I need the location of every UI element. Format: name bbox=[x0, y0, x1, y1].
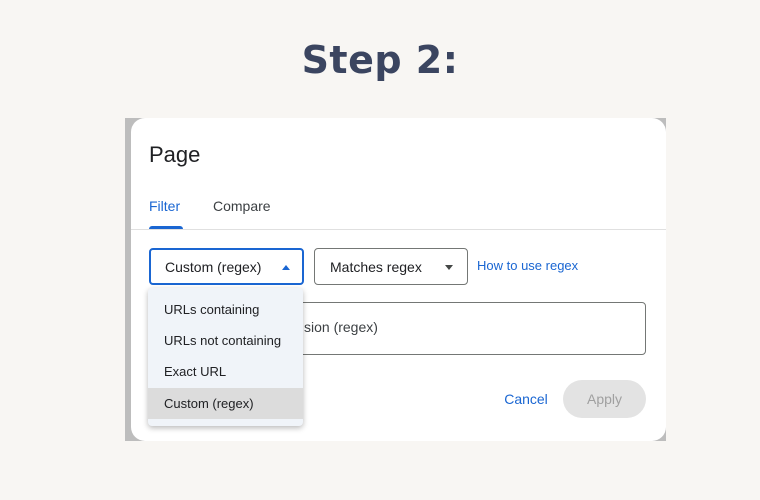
caret-up-icon bbox=[282, 265, 290, 270]
dropdown-option-label: Custom (regex) bbox=[164, 396, 254, 411]
operator-value: Matches regex bbox=[330, 259, 422, 275]
tab-compare[interactable]: Compare bbox=[213, 198, 271, 214]
caret-down-icon bbox=[445, 265, 453, 270]
dropdown-option-label: URLs containing bbox=[164, 302, 260, 317]
dropdown-option-urls-not-containing[interactable]: URLs not containing bbox=[148, 325, 303, 356]
step-heading: Step 2: bbox=[301, 38, 459, 82]
operator-select[interactable]: Matches regex bbox=[314, 248, 468, 285]
dropdown-option-urls-containing[interactable]: URLs containing bbox=[148, 294, 303, 325]
tab-filter[interactable]: Filter bbox=[149, 198, 180, 214]
tab-divider bbox=[131, 229, 666, 230]
apply-button[interactable]: Apply bbox=[563, 380, 646, 418]
dropdown-option-label: Exact URL bbox=[164, 364, 227, 379]
dropdown-option-label: URLs not containing bbox=[164, 333, 282, 348]
regex-expression-placeholder: sion (regex) bbox=[304, 319, 378, 335]
regex-expression-input[interactable]: sion (regex) bbox=[297, 302, 646, 355]
dialog-title: Page bbox=[149, 142, 201, 167]
dropdown-option-exact-url[interactable]: Exact URL bbox=[148, 356, 303, 387]
cancel-button[interactable]: Cancel bbox=[493, 380, 559, 418]
match-type-select[interactable]: Custom (regex) bbox=[149, 248, 304, 285]
how-to-use-regex-link[interactable]: How to use regex bbox=[477, 258, 578, 273]
dropdown-option-custom-regex[interactable]: Custom (regex) bbox=[148, 388, 303, 419]
match-type-dropdown-menu: URLs containing URLs not containing Exac… bbox=[148, 288, 303, 426]
match-type-value: Custom (regex) bbox=[165, 259, 262, 275]
